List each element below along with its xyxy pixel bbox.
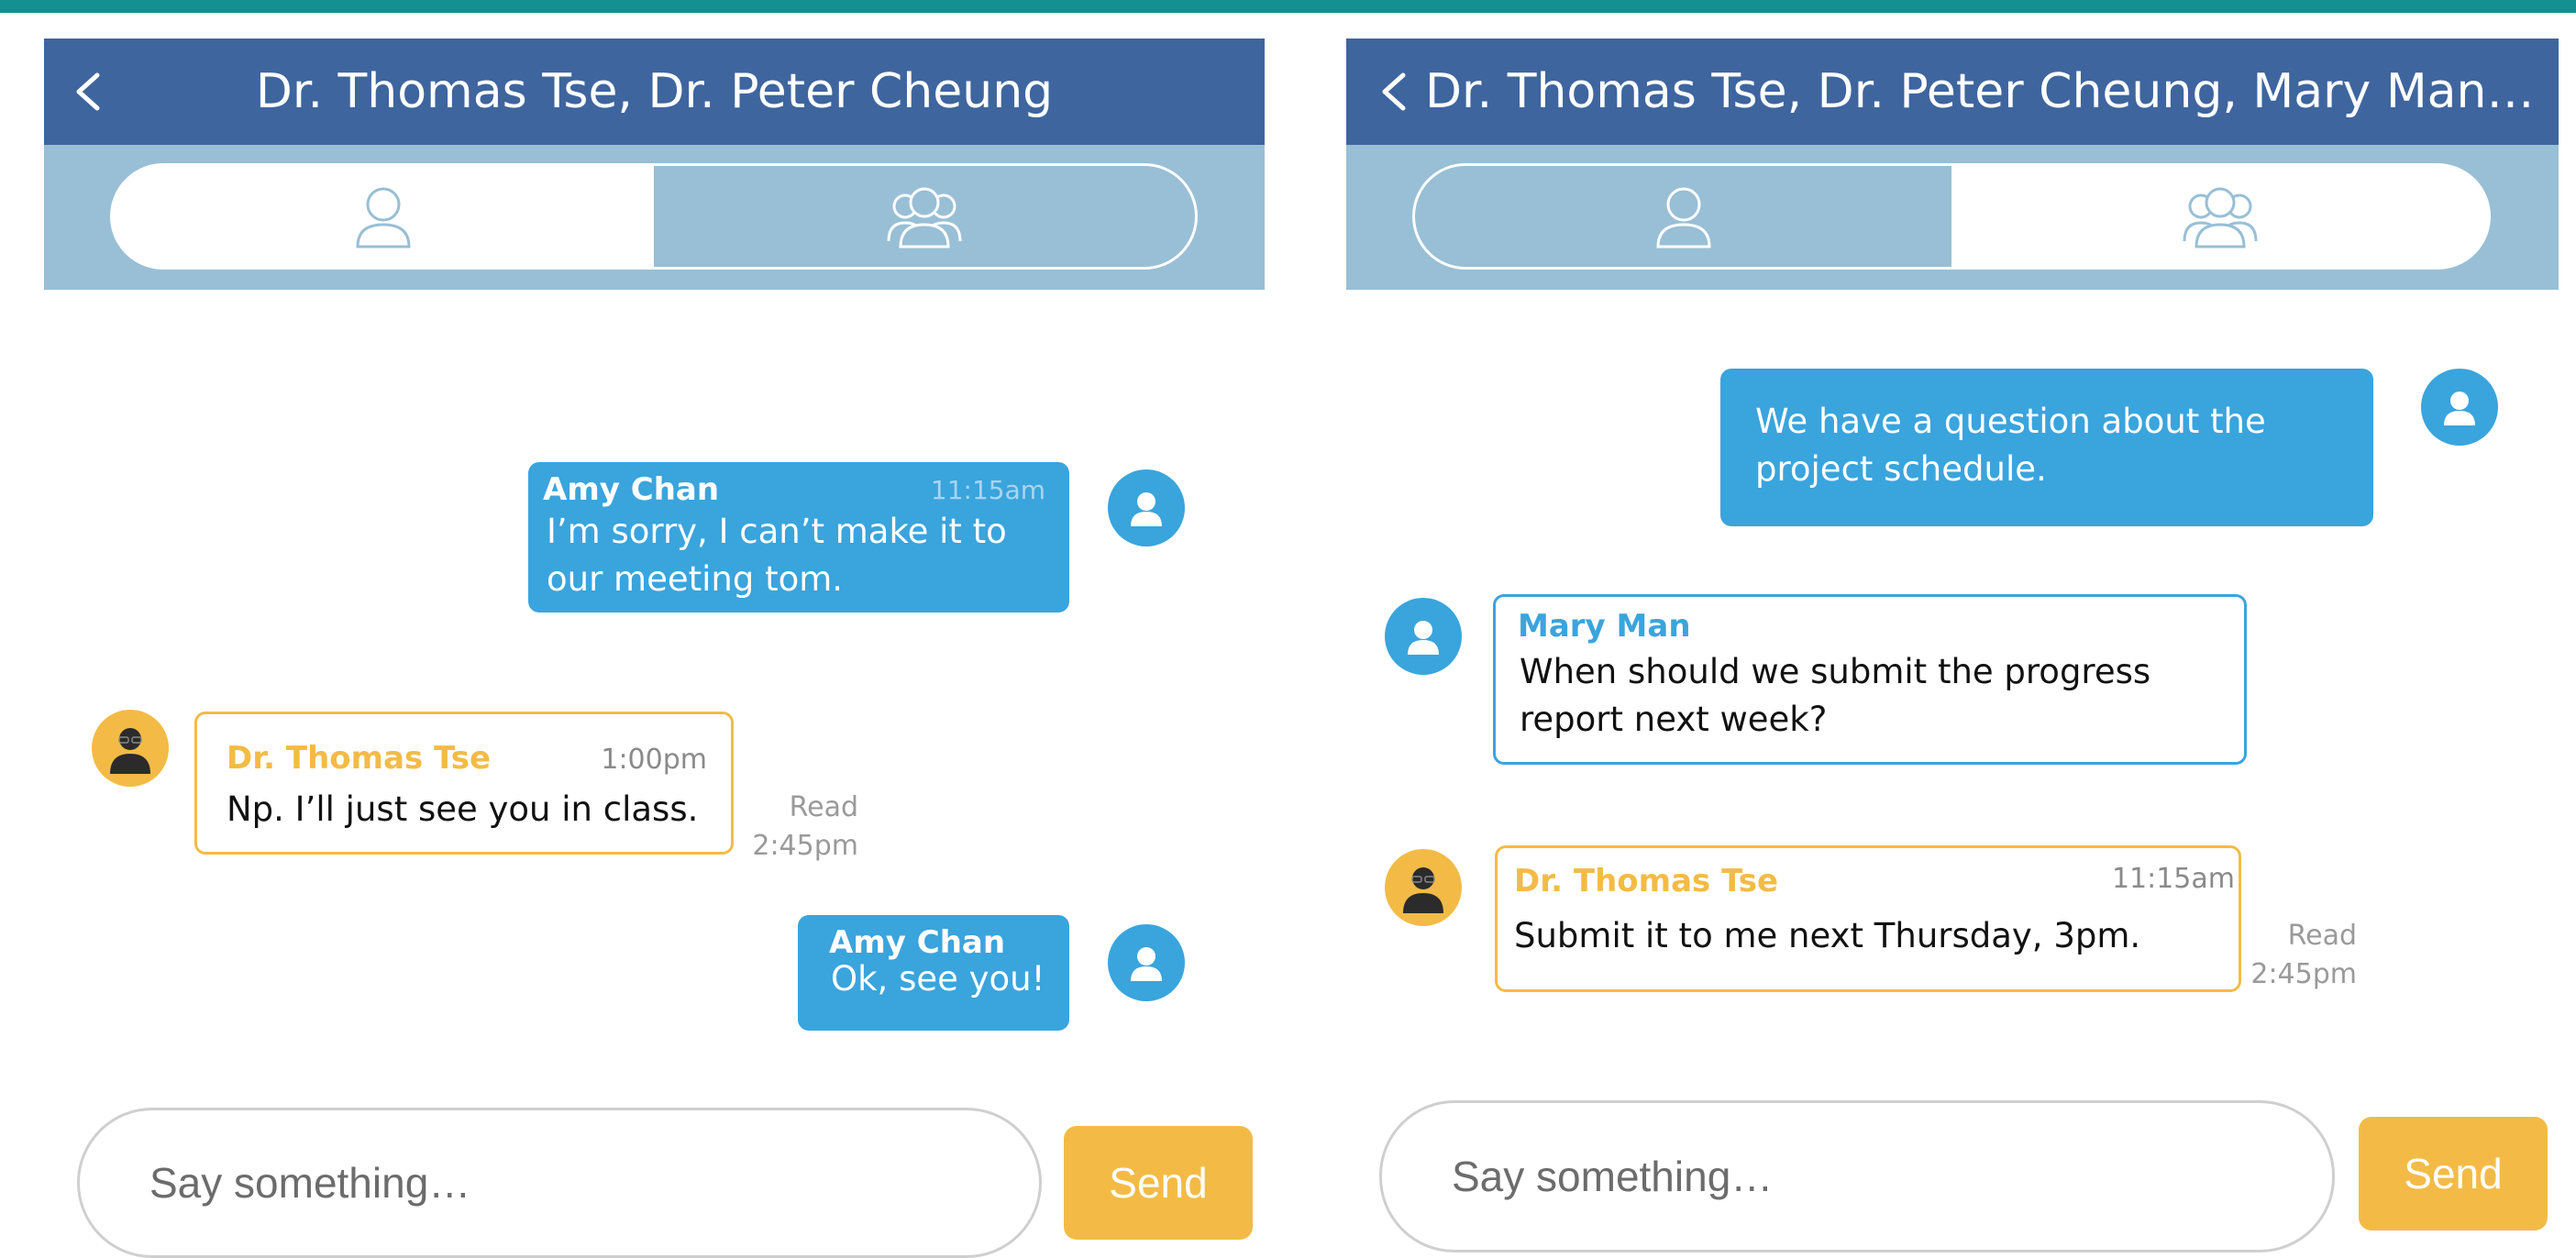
message-time: 11:15am (930, 475, 1045, 505)
chat-header: Dr. Thomas Tse, Dr. Peter Cheung (44, 39, 1265, 145)
chat-title: Dr. Thomas Tse, Dr. Peter Cheung (255, 64, 1054, 119)
read-receipt: Read 2:45pm (2238, 917, 2357, 994)
top-accent-bar (0, 0, 2576, 13)
message-sender: Dr. Thomas Tse (1514, 863, 1779, 899)
message-sender: Dr. Thomas Tse (227, 740, 492, 777)
send-button[interactable]: Send (2359, 1117, 2548, 1230)
single-user-icon (356, 187, 411, 248)
avatar[interactable] (1385, 849, 1462, 926)
read-label: Read (789, 791, 858, 823)
tab-group[interactable] (1951, 166, 2488, 267)
user-avatar-icon (1131, 947, 1162, 981)
read-label: Read (2287, 920, 2357, 952)
message-bubble-outgoing: Amy Chan Ok, see you! (798, 915, 1069, 1031)
message-text: I’m sorry, I can’t make it to our meetin… (547, 512, 1007, 599)
message-bubble-incoming: Mary Man When should we submit the progr… (1493, 594, 2247, 765)
avatar[interactable] (1385, 598, 1462, 675)
message-bubble-outgoing: Amy Chan 11:15am I’m sorry, I can’t make… (528, 462, 1069, 612)
read-time: 2:45pm (2250, 958, 2357, 990)
avatar[interactable] (2421, 369, 2498, 446)
chat-title: Dr. Thomas Tse, Dr. Peter Cheung, Mary M… (1425, 64, 2535, 119)
chat-panel-left: Dr. Thomas Tse, Dr. Peter Cheung Amy Cha… (0, 13, 1284, 1258)
message-bubble-incoming: Dr. Thomas Tse 11:15am Submit it to me n… (1495, 845, 2241, 992)
message-time: 1:00pm (601, 744, 707, 776)
user-avatar-icon (2444, 392, 2475, 425)
message-text: When should we submit the progress repor… (1520, 652, 2151, 739)
tab-single-user[interactable] (1415, 166, 1951, 267)
view-toggle (1412, 163, 2491, 270)
view-toggle-bar (44, 145, 1265, 290)
send-button[interactable]: Send (1064, 1126, 1253, 1240)
user-avatar-icon (1408, 621, 1439, 655)
group-icon (2183, 187, 2257, 248)
message-text: Submit it to me next Thursday, 3pm. (1514, 916, 2141, 955)
message-input[interactable]: Say something… (77, 1108, 1042, 1258)
chat-header: Dr. Thomas Tse, Dr. Peter Cheung, Mary M… (1346, 39, 2559, 145)
professor-avatar-icon (1403, 867, 1443, 913)
back-arrow-icon[interactable] (1377, 72, 1410, 112)
single-user-icon (1655, 187, 1711, 248)
message-bubble-outgoing: We have a question about the project sch… (1720, 369, 2373, 526)
view-toggle (110, 163, 1198, 270)
message-input[interactable]: Say something… (1379, 1100, 2335, 1252)
avatar[interactable] (92, 710, 169, 787)
tab-single-user[interactable] (113, 166, 654, 267)
message-text: Ok, see you! (831, 959, 1045, 999)
group-icon (887, 187, 962, 248)
user-avatar-icon (1131, 492, 1162, 526)
avatar[interactable] (1108, 924, 1185, 1001)
message-sender: Amy Chan (543, 471, 720, 508)
chat-panel-right: Dr. Thomas Tse, Dr. Peter Cheung, Mary M… (1321, 13, 2576, 1253)
read-receipt: Read 2:45pm (739, 789, 858, 866)
message-sender: Mary Man (1518, 608, 1691, 645)
avatar[interactable] (1108, 469, 1185, 546)
message-bubble-incoming: Dr. Thomas Tse 1:00pm Np. I’ll just see … (194, 712, 734, 855)
professor-avatar-icon (110, 728, 150, 774)
message-time: 11:15am (2111, 863, 2235, 895)
message-text: We have a question about the project sch… (1755, 402, 2266, 489)
message-text: Np. I’ll just see you in class. (227, 789, 699, 829)
view-toggle-bar (1346, 145, 2559, 290)
read-time: 2:45pm (752, 830, 858, 862)
tab-group[interactable] (654, 166, 1195, 267)
